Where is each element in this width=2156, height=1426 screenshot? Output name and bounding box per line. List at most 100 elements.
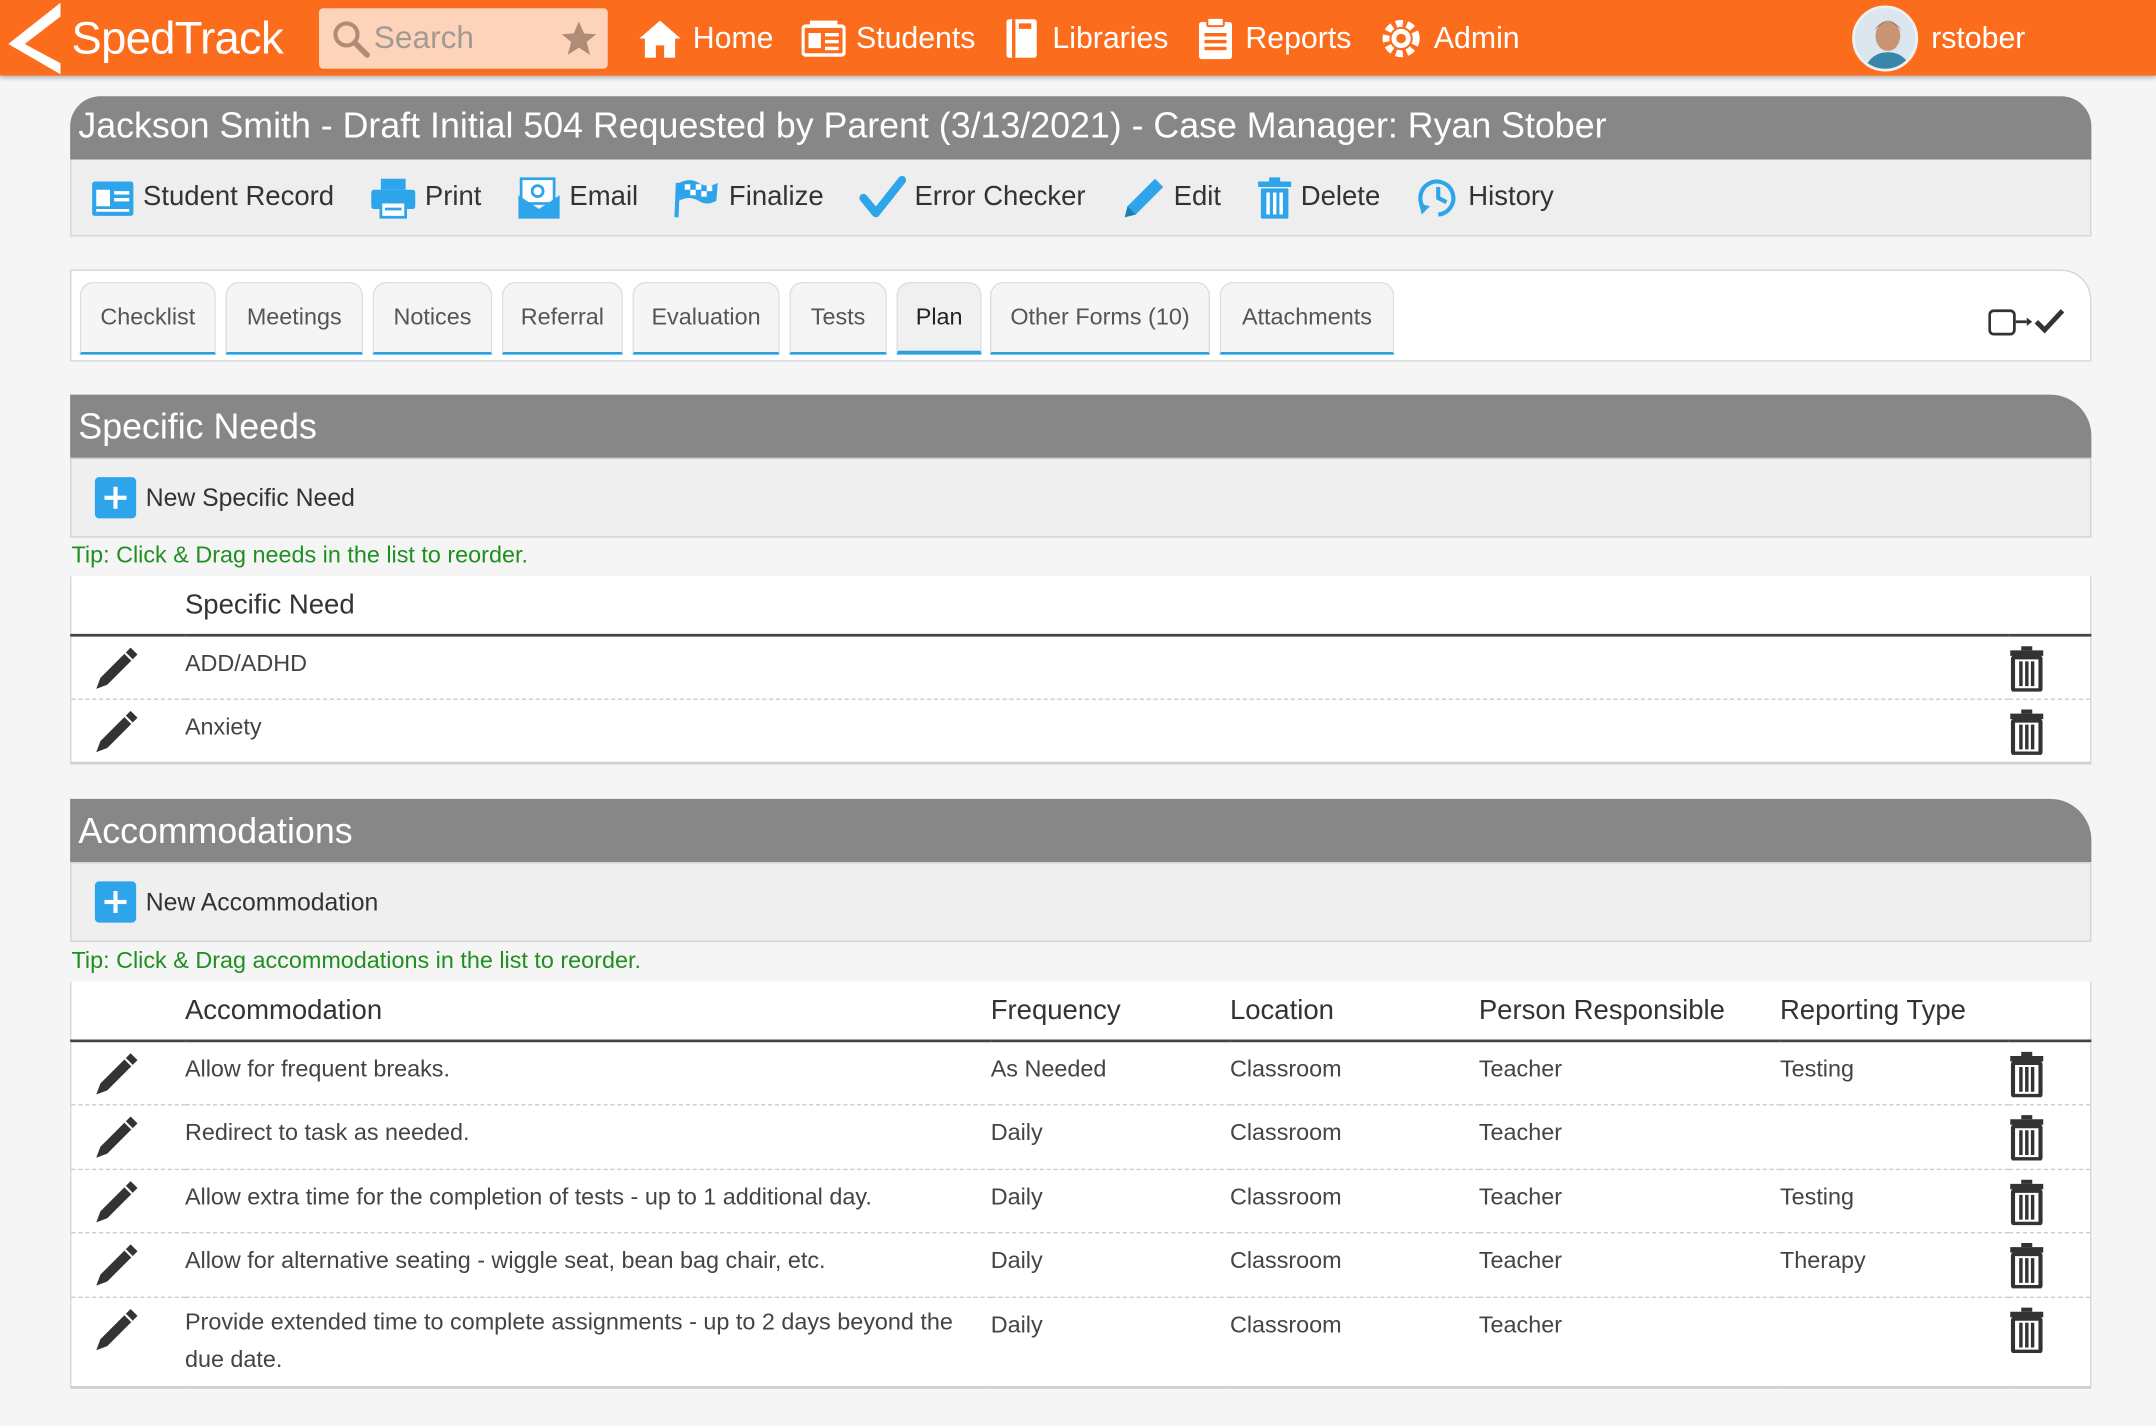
delete-row-button[interactable] — [2008, 1040, 2091, 1106]
pencil-icon — [96, 1308, 138, 1350]
pencil-icon — [1124, 178, 1163, 217]
search-input[interactable] — [373, 19, 539, 57]
tab-attachments[interactable]: Attachments — [1219, 281, 1395, 355]
edit-row-button[interactable] — [71, 1297, 185, 1387]
avatar[interactable] — [1851, 5, 1918, 72]
location-cell: Classroom — [1229, 1168, 1479, 1234]
table-row[interactable]: Allow extra time for the completion of t… — [70, 1168, 2091, 1234]
reporting-type-cell: Testing — [1779, 1168, 2009, 1234]
location-cell: Classroom — [1229, 1040, 1479, 1106]
accommodations-header: Accommodations — [70, 798, 2092, 863]
trash-icon — [2009, 709, 2043, 756]
edit-row-button[interactable] — [70, 1232, 185, 1298]
table-row[interactable]: Redirect to task as needed. Daily Classroo… — [70, 1104, 2091, 1170]
add-accommodation-button[interactable] — [94, 881, 137, 923]
frequency-cell: Daily — [990, 1104, 1230, 1170]
printer-icon — [371, 178, 416, 218]
new-specific-need-label[interactable]: New Specific Need — [146, 483, 355, 512]
tab-notices[interactable]: Notices — [372, 281, 493, 355]
nav-students[interactable]: Students — [801, 19, 975, 58]
edit-row-button[interactable] — [71, 699, 185, 763]
nav-reports[interactable]: Reports — [1196, 16, 1351, 60]
nav-home[interactable]: Home — [638, 17, 774, 58]
delete-row-button[interactable] — [2008, 1297, 2091, 1387]
new-accommodation-label[interactable]: New Accommodation — [146, 888, 378, 917]
edit-row-button[interactable] — [70, 635, 185, 700]
edit-button[interactable]: Edit — [1121, 175, 1221, 219]
student-record-button[interactable]: Student Record — [91, 177, 334, 218]
accommodation-cell: Provide extended time to complete assign… — [184, 1308, 953, 1372]
specific-needs-tip: Tip: Click & Drag needs in the list to r… — [71, 541, 528, 568]
table-row[interactable]: Allow for alternative seating - wiggle s… — [70, 1232, 2091, 1298]
edit-row-button[interactable] — [70, 1168, 185, 1234]
table-row[interactable]: Allow for frequent breaks. As Needed Class… — [70, 1040, 2091, 1106]
user-name[interactable]: rstober — [1931, 21, 2025, 57]
person-responsible-column-header: Person Responsible — [1478, 981, 1780, 1043]
add-specific-need-button[interactable] — [94, 477, 137, 519]
delete-row-button[interactable] — [2008, 699, 2091, 763]
specific-need-cell: ADD/ADHD — [184, 635, 2009, 700]
libraries-icon — [1007, 18, 1038, 58]
accommodation-cell: Allow for frequent breaks. — [184, 1040, 991, 1106]
table-header-row: Accommodation Frequency Location Person … — [70, 981, 2091, 1043]
person-responsible-cell: Teacher — [1478, 1311, 1562, 1338]
reports-icon — [1198, 16, 1232, 59]
accommodation-cell: Redirect to task as needed. — [184, 1104, 991, 1170]
finalize-button[interactable]: Finalize — [674, 177, 824, 218]
app-logo[interactable]: SpedTrack — [6, 0, 284, 76]
edit-row-button[interactable] — [70, 1104, 185, 1170]
student-record-icon — [92, 180, 134, 216]
trash-icon — [1258, 176, 1292, 218]
specific-need-column-header: Specific Need — [184, 576, 2009, 637]
delete-row-button[interactable] — [2008, 1168, 2091, 1234]
edit-label: Edit — [1173, 181, 1221, 212]
tab-tests[interactable]: Tests — [789, 281, 887, 355]
tab-plan[interactable]: Plan — [896, 281, 982, 355]
edit-row-button[interactable] — [70, 1040, 185, 1106]
pencil-icon — [96, 1180, 138, 1222]
tab-other-forms[interactable]: Other Forms (10) — [990, 281, 1210, 355]
tab-meetings[interactable]: Meetings — [225, 281, 363, 355]
email-button[interactable]: Email — [517, 175, 638, 219]
delete-row-button[interactable] — [2008, 635, 2091, 700]
user-menu[interactable]: rstober — [1851, 5, 2025, 72]
delete-row-button[interactable] — [2008, 1232, 2091, 1298]
tab-checklist[interactable]: Checklist — [79, 281, 216, 355]
tab-referral[interactable]: Referral — [501, 281, 623, 355]
history-button[interactable]: History — [1416, 175, 1554, 219]
location-cell: Classroom — [1229, 1311, 1342, 1338]
pencil-icon — [96, 1244, 138, 1286]
search-box[interactable] — [318, 7, 608, 69]
nav-libraries-label: Libraries — [1052, 19, 1169, 55]
tab-evaluation[interactable]: Evaluation — [632, 281, 780, 355]
toggle-complete-icon[interactable] — [1988, 307, 2065, 337]
error-checker-button[interactable]: Error Checker — [859, 175, 1086, 219]
top-nav-bar: SpedTrack Home — [0, 0, 2156, 76]
person-responsible-cell: Teacher — [1478, 1168, 1780, 1234]
location-cell: Classroom — [1229, 1232, 1479, 1298]
location-cell: Classroom — [1229, 1104, 1479, 1170]
delete-button[interactable]: Delete — [1257, 175, 1380, 219]
email-label: Email — [569, 181, 639, 212]
table-row[interactable]: Provide extended time to complete assign… — [71, 1297, 2091, 1387]
trash-icon — [2009, 1243, 2043, 1290]
app-name: SpedTrack — [71, 11, 284, 63]
reporting-type-cell: Therapy — [1779, 1232, 2009, 1298]
main-nav: Home Students Libraries Reports Admin — [638, 16, 1547, 60]
person-responsible-cell: Teacher — [1478, 1104, 1780, 1170]
reporting-type-cell — [1779, 1104, 2009, 1170]
pencil-icon — [96, 1116, 138, 1158]
star-icon[interactable] — [558, 17, 599, 58]
table-row[interactable]: ADD/ADHD — [70, 635, 2091, 700]
history-label: History — [1468, 181, 1554, 212]
table-row[interactable]: Anxiety — [71, 699, 2091, 763]
delete-row-button[interactable] — [2008, 1104, 2091, 1170]
new-specific-need-bar: New Specific Need — [70, 457, 2092, 538]
trash-icon — [2009, 1115, 2043, 1162]
nav-admin[interactable]: Admin — [1379, 16, 1520, 60]
frequency-cell: Daily — [990, 1232, 1230, 1298]
checkered-flag-icon — [674, 179, 718, 217]
home-icon — [639, 19, 681, 58]
print-button[interactable]: Print — [370, 175, 481, 219]
nav-libraries[interactable]: Libraries — [1003, 16, 1169, 60]
